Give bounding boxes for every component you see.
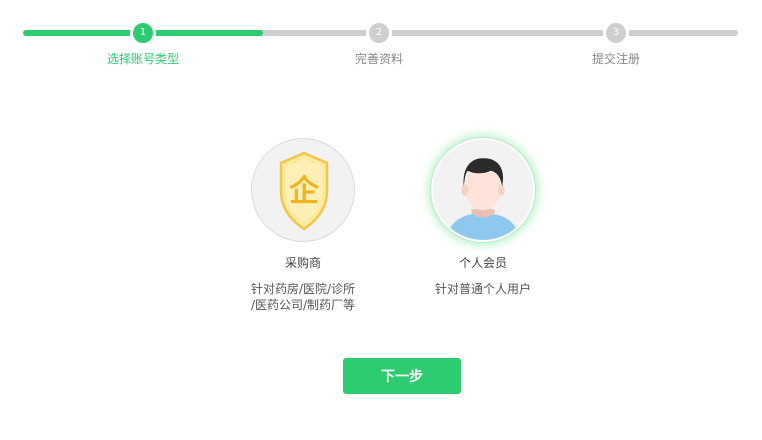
step-2-indicator: 2 [366,20,392,46]
next-step-button[interactable]: 下一步 [343,358,461,394]
shield-badge-char: 企 [289,174,320,209]
account-type-purchaser[interactable]: 企 采购商 针对药房/医院/诊所 /医药公司/制药厂等 [223,138,383,313]
personal-description: 针对普通个人用户 [434,282,531,296]
account-type-personal[interactable]: 个人会员 针对普通个人用户 [403,138,563,297]
step-3-indicator: 3 [603,20,629,46]
step-3-label: 提交注册 [591,52,640,66]
personal-title: 个人会员 [458,256,507,270]
person-avatar-icon [431,138,535,242]
step-2-label: 完善资料 [354,52,403,66]
purchaser-description-line1: 针对药房/医院/诊所 [250,282,356,296]
step-1-indicator: 1 [130,20,156,46]
purchaser-description: 针对药房/医院/诊所 /医药公司/制药厂等 [223,281,383,313]
purchaser-title: 采购商 [284,256,321,270]
enterprise-shield-icon: 企 [251,138,355,242]
purchaser-description-line2: /医药公司/制药厂等 [250,298,356,312]
step-1-label: 选择账号类型 [106,52,179,66]
step-progress-bar: 1 选择账号类型 2 完善资料 3 提交注册 [0,0,762,80]
